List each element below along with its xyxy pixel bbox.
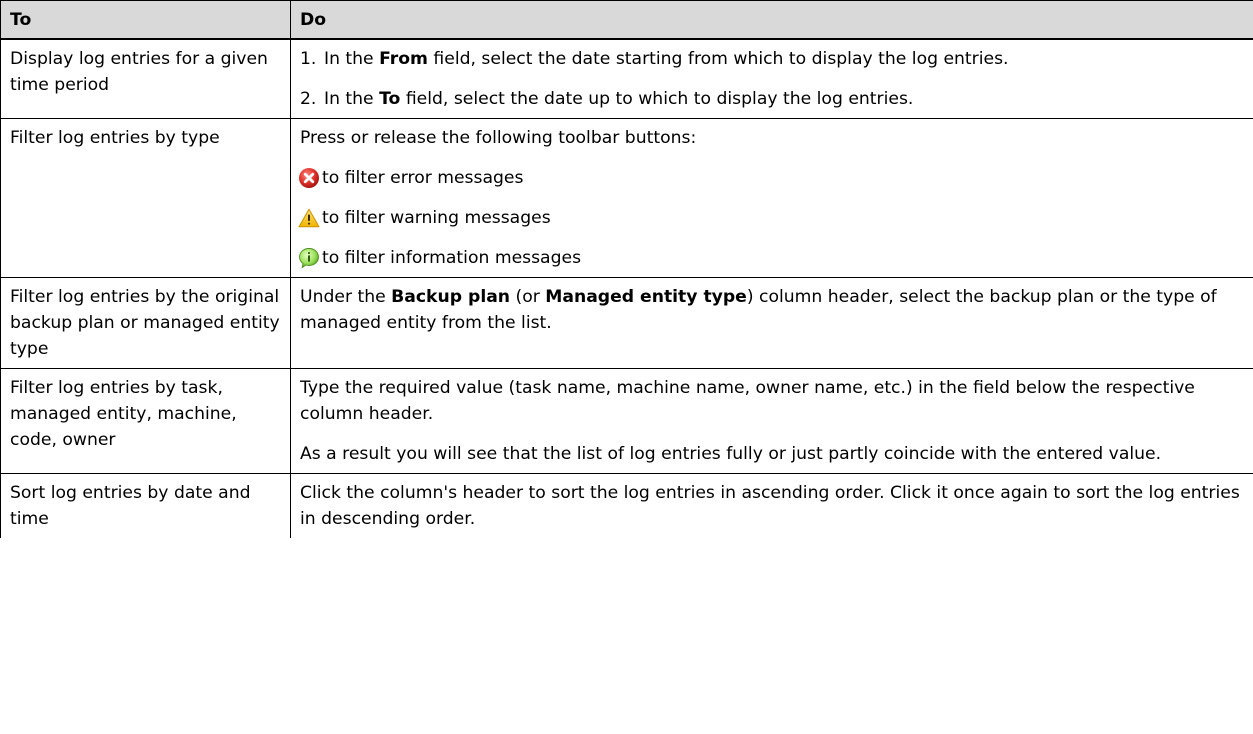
table-row: Display log entries for a given time per… xyxy=(0,38,1253,119)
step-text: field, select the date starting from whi… xyxy=(427,49,1009,69)
row-to-cell: Sort log entries by date and time xyxy=(0,473,291,538)
instruction-text: Click the column's header to sort the lo… xyxy=(300,483,1240,529)
column-name-backup-plan: Backup plan xyxy=(391,287,511,307)
step-item: 1. In the From field, select the date sta… xyxy=(300,46,1246,72)
row-to-cell: Filter log entries by the original backu… xyxy=(0,277,291,369)
step-text: In the xyxy=(324,89,380,109)
row-do-cell: Press or release the following toolbar b… xyxy=(290,118,1253,278)
row-do-cell: Under the Backup plan (or Managed entity… xyxy=(290,277,1253,369)
instruction-text: Under the Backup plan (or Managed entity… xyxy=(300,284,1246,336)
step-text: field, select the date up to which to di… xyxy=(400,89,914,109)
table-row: Filter log entries by task, managed enti… xyxy=(0,368,1253,474)
step-number: 2. xyxy=(300,89,317,109)
table-header-row: To Do xyxy=(0,0,1253,40)
filter-information-item: to filter information messages xyxy=(298,245,1246,271)
table-row: Filter log entries by the original backu… xyxy=(0,277,1253,369)
text-run: (or xyxy=(510,287,546,307)
warning-icon xyxy=(298,208,320,228)
table-row: Sort log entries by date and time Click … xyxy=(0,473,1253,538)
intro-text: Press or release the following toolbar b… xyxy=(300,128,697,148)
filter-error-item: to filter error messages xyxy=(298,165,1246,191)
row-do-cell: Click the column's header to sort the lo… xyxy=(290,473,1253,538)
row-do-cell: 1. In the From field, select the date sta… xyxy=(290,38,1253,119)
step-text: In the xyxy=(324,49,380,69)
step-item: 2. In the To field, select the date up to… xyxy=(300,86,1246,112)
row-to-cell: Display log entries for a given time per… xyxy=(0,38,291,119)
item-text: to filter warning messages xyxy=(322,208,551,228)
actions-table: To Do Display log entries for a given ti… xyxy=(0,0,1253,538)
column-name-managed-entity-type: Managed entity type xyxy=(545,287,747,307)
row-to-cell: Filter log entries by task, managed enti… xyxy=(0,368,291,474)
filter-warning-item: to filter warning messages xyxy=(298,205,1246,231)
field-name-to: To xyxy=(379,89,401,109)
field-name-from: From xyxy=(379,49,428,69)
header-to: To xyxy=(0,0,291,40)
information-icon xyxy=(298,247,320,269)
error-icon xyxy=(298,167,320,189)
item-text: to filter error messages xyxy=(322,168,524,188)
header-do: Do xyxy=(290,0,1253,40)
instruction-text: Type the required value (task name, mach… xyxy=(300,378,1195,424)
item-text: to filter information messages xyxy=(322,248,582,268)
text-run: Under the xyxy=(300,287,392,307)
result-text: As a result you will see that the list o… xyxy=(300,444,1162,464)
table-row: Filter log entries by type Press or rele… xyxy=(0,118,1253,278)
row-to-cell: Filter log entries by type xyxy=(0,118,291,278)
row-do-cell: Type the required value (task name, mach… xyxy=(290,368,1253,474)
step-number: 1. xyxy=(300,49,317,69)
